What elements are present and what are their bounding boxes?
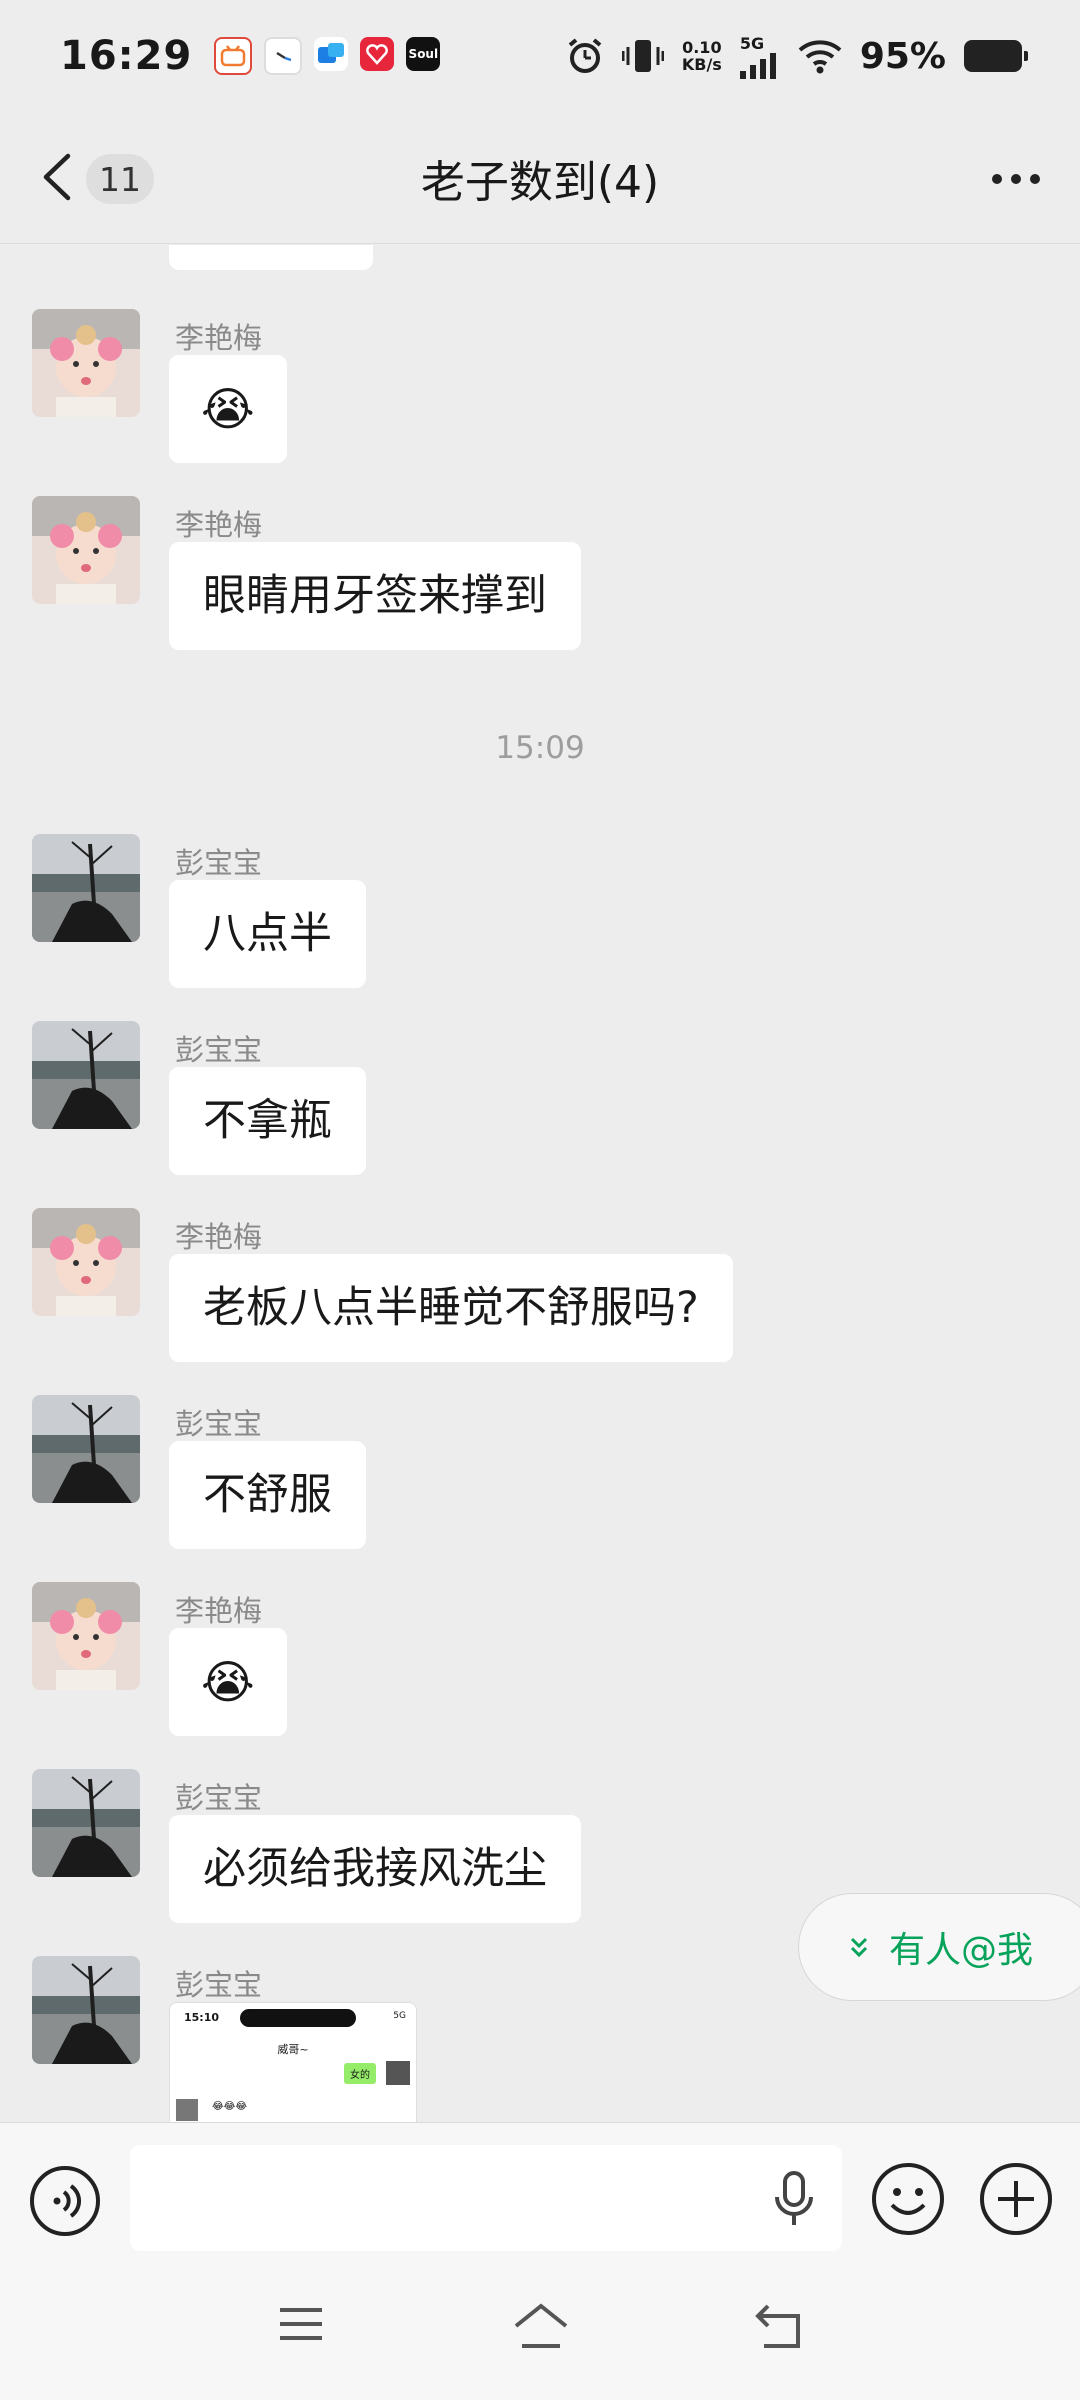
back-nav-icon[interactable] [754, 2302, 806, 2350]
sender-name: 李艳梅 [175, 1220, 263, 1254]
message-list[interactable]: 李艳梅 😭 李艳梅 眼睛用牙签来撑到 15:09 彭宝宝 八点半 彭宝宝 不拿瓶… [0, 245, 1080, 2122]
chat-title: 老子数到(4) [420, 157, 660, 208]
message-bubble[interactable]: 必须给我接风洗尘 [169, 1815, 581, 1923]
more-options-icon[interactable] [992, 174, 1040, 184]
battery-percent: 95% [859, 35, 946, 77]
wifi-icon [798, 40, 842, 74]
gallery-app-icon [314, 37, 349, 71]
avatar-peng-baobao[interactable] [32, 1395, 140, 1503]
message-bubble[interactable]: 八点半 [169, 880, 366, 988]
avatar-peng-baobao[interactable] [32, 1769, 140, 1877]
avatar-li-yanmei[interactable] [32, 1208, 140, 1316]
sender-name: 李艳梅 [175, 321, 263, 355]
sender-name: 李艳梅 [175, 1594, 263, 1628]
chat-header: 11 老子数到(4) [0, 112, 1080, 244]
image-message[interactable]: 15:10 5G 威哥~ 女的 😂😂😂 [169, 2002, 417, 2122]
input-bar [0, 2122, 1080, 2262]
plus-icon[interactable] [978, 2161, 1054, 2237]
bilibili-icon [214, 37, 253, 75]
double-chevron-down-icon [850, 1937, 868, 1958]
alarm-icon [568, 38, 602, 73]
sender-name: 彭宝宝 [175, 1781, 263, 1815]
mention-me-label: 有人@我 [889, 1930, 1034, 1971]
notification-icons: Soul [214, 37, 441, 75]
message-input[interactable] [130, 2145, 842, 2251]
signal-icon [739, 52, 776, 79]
voice-mode-icon[interactable] [29, 2165, 101, 2237]
message-bubble[interactable]: 不舒服 [169, 1441, 366, 1549]
microphone-icon[interactable] [770, 2169, 818, 2229]
net-speed: 0.10 KB/s [681, 38, 722, 74]
timestamp-divider: 15:09 [495, 730, 585, 766]
sender-name: 彭宝宝 [175, 846, 263, 880]
sender-name: 彭宝宝 [175, 1407, 263, 1441]
sender-name: 李艳梅 [175, 508, 263, 542]
sender-name: 彭宝宝 [175, 1033, 263, 1067]
soul-app-icon: Soul [406, 37, 441, 71]
status-time: 16:29 [60, 33, 193, 79]
avatar-li-yanmei[interactable] [32, 309, 140, 417]
system-navigation-bar [0, 2262, 1080, 2400]
avatar-peng-baobao[interactable] [32, 1956, 140, 2064]
status-bar: 16:29 Soul 0.10 KB/s 5G 95% [0, 0, 1080, 112]
avatar-peng-baobao[interactable] [32, 1021, 140, 1129]
avatar-peng-baobao[interactable] [32, 834, 140, 942]
avatar-li-yanmei[interactable] [32, 1582, 140, 1690]
network-type: 5G [739, 33, 765, 53]
battery-icon [964, 40, 1028, 72]
vibrate-icon [621, 40, 664, 72]
red-app-icon [360, 37, 395, 71]
clock-app-icon [264, 37, 303, 75]
message-bubble[interactable]: 😭 [169, 1628, 287, 1736]
message-bubble[interactable]: 老板八点半睡觉不舒服吗? [169, 1254, 733, 1362]
emoji-icon[interactable] [870, 2161, 946, 2237]
sender-name: 彭宝宝 [175, 1968, 263, 2002]
avatar-li-yanmei[interactable] [32, 496, 140, 604]
message-bubble-partial [169, 245, 373, 270]
message-bubble[interactable]: 眼睛用牙签来撑到 [169, 542, 581, 650]
home-icon[interactable] [512, 2302, 570, 2352]
mention-me-button[interactable]: 有人@我 [798, 1893, 1080, 2001]
menu-icon[interactable] [276, 2302, 326, 2346]
message-bubble[interactable]: 不拿瓶 [169, 1067, 366, 1175]
message-bubble[interactable]: 😭 [169, 355, 287, 463]
